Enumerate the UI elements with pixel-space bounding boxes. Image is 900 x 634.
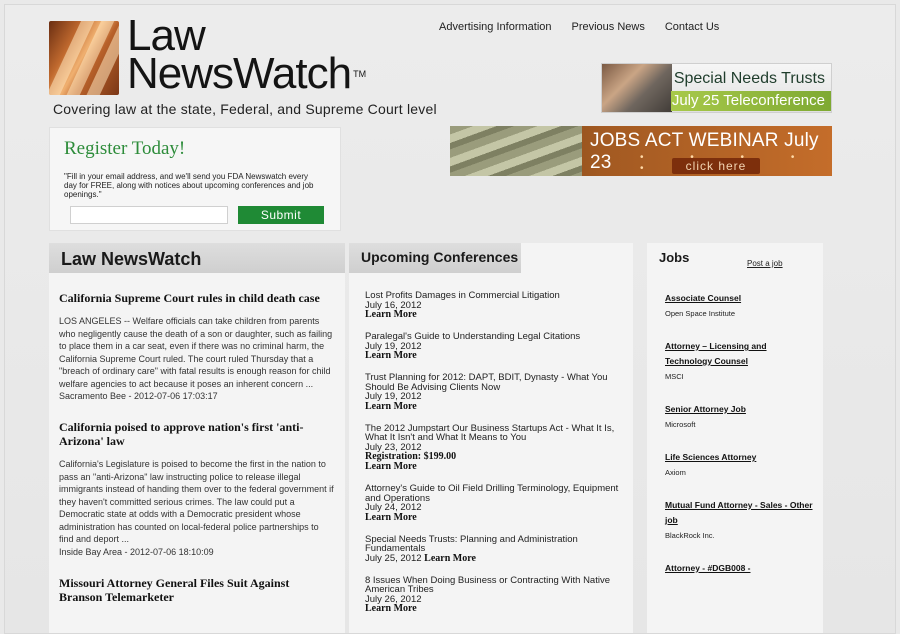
banner-money-image — [450, 126, 582, 176]
banner-snt-line1: Special Needs Trusts — [673, 70, 825, 87]
register-title: Register Today! — [64, 138, 186, 159]
conference-item: Special Needs Trusts: Planning and Admin… — [365, 533, 619, 564]
top-nav: Advertising Information Previous News Co… — [439, 19, 729, 35]
nav-advertising-information[interactable]: Advertising Information — [439, 19, 562, 35]
conference-item: Lost Profits Damages in Commercial Litig… — [365, 291, 619, 320]
news-article: California Supreme Court rules in child … — [49, 291, 345, 402]
job-item: Attorney - #DGB008 - — [665, 561, 813, 576]
conference-item: The 2012 Jumpstart Our Business Startups… — [365, 422, 619, 473]
learn-more-link[interactable]: Learn More — [365, 401, 619, 412]
job-title-link[interactable]: Life Sciences Attorney — [665, 450, 813, 465]
job-list: Associate Counsel Open Space Institute A… — [647, 273, 823, 576]
nav-previous-news[interactable]: Previous News — [562, 19, 655, 35]
article-meta: Sacramento Bee - 2012-07-06 17:03:17 — [59, 391, 218, 401]
job-item: Associate Counsel Open Space Institute — [665, 291, 813, 319]
article-title[interactable]: California poised to approve nation's fi… — [59, 420, 335, 448]
learn-more-link[interactable]: Learn More — [365, 310, 619, 320]
job-title-link[interactable]: Associate Counsel — [665, 291, 813, 306]
job-item: Life Sciences Attorney Axiom — [665, 450, 813, 478]
job-title-link[interactable]: Senior Attorney Job — [665, 402, 813, 417]
job-company: Microsoft — [665, 420, 696, 429]
jobs-column: Jobs Post a job Associate Counsel Open S… — [647, 243, 823, 633]
job-title-link[interactable]: Attorney - #DGB008 - — [665, 561, 813, 576]
conference-list: Lost Profits Damages in Commercial Litig… — [349, 273, 633, 614]
job-company: BlackRock Inc. — [665, 531, 715, 540]
conference-item: Paralegal's Guide to Understanding Legal… — [365, 332, 619, 361]
conferences-column-header: Upcoming Conferences — [349, 243, 521, 273]
job-company: MSCI — [665, 372, 684, 381]
site-logo-title[interactable]: Law NewsWatch TM — [127, 14, 367, 98]
conference-date: July 25, 2012 — [365, 552, 422, 564]
banner-person-photo — [602, 64, 672, 112]
job-company: Open Space Institute — [665, 309, 736, 318]
job-title-link[interactable]: Mutual Fund Attorney - Sales - Other job — [665, 498, 813, 528]
learn-more-link[interactable]: Learn More — [365, 351, 619, 361]
trademark-mark: TM — [353, 69, 367, 79]
article-body: California's Legislature is poised to be… — [59, 459, 334, 544]
learn-more-link[interactable]: Learn More — [365, 512, 619, 523]
register-box: Register Today! "Fill in your email addr… — [49, 127, 341, 231]
job-item: Attorney – Licensing and Technology Coun… — [665, 339, 813, 382]
news-article: Missouri Attorney General Files Suit Aga… — [49, 576, 345, 604]
news-column-header: Law NewsWatch — [49, 243, 345, 273]
conference-title: Attorney's Guide to Oil Field Drilling T… — [365, 483, 619, 504]
learn-more-link[interactable]: Learn More — [365, 462, 619, 472]
conference-date-row: July 25, 2012 Learn More — [365, 552, 619, 564]
article-title[interactable]: California Supreme Court rules in child … — [59, 291, 335, 305]
conference-title: Trust Planning for 2012: DAPT, BDIT, Dyn… — [365, 372, 608, 393]
banner-snt-line2: July 25 Teleconference — [671, 91, 831, 111]
logo-line-2: NewsWatch TM — [127, 49, 367, 98]
site-tagline: Covering law at the state, Federal, and … — [53, 101, 437, 117]
email-input[interactable] — [70, 206, 228, 224]
conference-title: 8 Issues When Doing Business or Contract… — [365, 574, 610, 595]
banner-click-here-button[interactable]: click here — [672, 158, 760, 174]
logo-image[interactable] — [49, 21, 119, 95]
job-company: Axiom — [665, 468, 686, 477]
jobs-column-header: Jobs Post a job — [647, 243, 823, 273]
conferences-column: Upcoming Conferences Lost Profits Damage… — [349, 243, 633, 633]
learn-more-link[interactable]: Learn More — [424, 553, 476, 564]
conference-title: The 2012 Jumpstart Our Business Startups… — [365, 422, 615, 443]
jobs-header-title: Jobs — [659, 250, 690, 265]
article-meta: Inside Bay Area - 2012-07-06 18:10:09 — [59, 546, 214, 557]
conference-title: Special Needs Trusts: Planning and Admin… — [365, 533, 578, 554]
article-title[interactable]: Missouri Attorney General Files Suit Aga… — [59, 576, 335, 604]
jobs-act-webinar-banner[interactable]: JOBS ACT WEBINAR July 23 • • • • • click… — [450, 126, 832, 176]
conference-item: Trust Planning for 2012: DAPT, BDIT, Dyn… — [365, 373, 619, 412]
conference-item: 8 Issues When Doing Business or Contract… — [365, 574, 619, 615]
job-item: Mutual Fund Attorney - Sales - Other job… — [665, 498, 813, 541]
conference-item: Attorney's Guide to Oil Field Drilling T… — [365, 484, 619, 523]
nav-contact-us[interactable]: Contact Us — [655, 19, 729, 35]
news-column: Law NewsWatch California Supreme Court r… — [49, 243, 345, 633]
job-title-link[interactable]: Attorney – Licensing and Technology Coun… — [665, 339, 813, 369]
post-a-job-link[interactable]: Post a job — [747, 249, 783, 279]
special-needs-trusts-banner[interactable]: Special Needs Trusts July 25 Teleconfere… — [601, 63, 832, 113]
job-item: Senior Attorney Job Microsoft — [665, 402, 813, 430]
submit-button[interactable]: Submit — [238, 206, 324, 224]
article-body: LOS ANGELES -- Welfare officials can tak… — [59, 316, 333, 389]
register-description: "Fill in your email address, and we'll s… — [64, 172, 314, 199]
page: Law NewsWatch TM Covering law at the stat… — [4, 4, 896, 634]
news-article: California poised to approve nation's fi… — [49, 420, 345, 558]
learn-more-link[interactable]: Learn More — [365, 604, 619, 614]
